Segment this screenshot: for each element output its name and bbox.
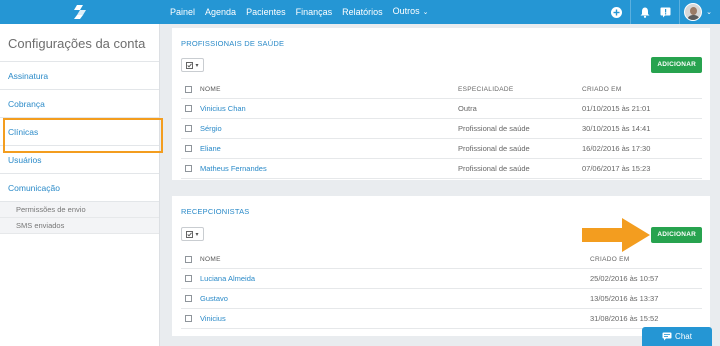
bulk-action-dropdown[interactable]: ▾	[181, 227, 204, 241]
sidebar-item-clinicas[interactable]: Clínicas	[0, 118, 159, 146]
table-row: Luciana Almeida 25/02/2016 às 10:57	[181, 269, 702, 289]
add-professional-button[interactable]: ADICIONAR	[651, 57, 702, 73]
arrow-right-icon	[582, 218, 650, 252]
table-row: Sérgio Profissional de saúde 30/10/2015 …	[181, 119, 702, 139]
table-header: NOME ESPECIALIDADE CRIADO EM	[181, 81, 702, 99]
main-nav: Painel Agenda Pacientes Finanças Relatór…	[160, 0, 434, 24]
row-name-link[interactable]: Sérgio	[200, 119, 222, 139]
select-all-checkbox[interactable]	[185, 256, 192, 263]
row-checkbox[interactable]	[185, 295, 192, 302]
divider	[679, 0, 681, 24]
caret-down-icon: ▾	[195, 231, 199, 238]
receptionists-panel: RECEPCIONISTAS ▾ ADICIONAR NOME CRIADO E…	[172, 196, 710, 336]
sidebar-item-cobranca[interactable]: Cobrança	[0, 90, 159, 118]
nav-agenda[interactable]: Agenda	[200, 0, 241, 24]
row-specialty: Profissional de saúde	[458, 124, 530, 133]
sidebar-title: Configurações da conta	[0, 24, 159, 62]
table-row: Vinicius Chan Outra 01/10/2015 às 21:01	[181, 99, 702, 119]
column-header-specialty[interactable]: ESPECIALIDADE	[458, 81, 514, 99]
section-title: RECEPCIONISTAS	[181, 207, 250, 216]
chevron-down-icon[interactable]: ⌄	[706, 8, 712, 16]
professionals-panel: PROFISSIONAIS DE SAÚDE ▾ ADICIONAR NOME …	[172, 28, 710, 180]
row-specialty: Profissional de saúde	[458, 164, 530, 173]
nav-outros[interactable]: Outros ⌄	[388, 0, 434, 25]
row-checkbox[interactable]	[185, 275, 192, 282]
chat-icon	[662, 332, 672, 341]
row-name-link[interactable]: Matheus Fernandes	[200, 159, 267, 179]
top-right-actions: ⌄	[606, 0, 720, 24]
nav-relatorios[interactable]: Relatórios	[337, 0, 388, 24]
table-row: Gustavo 13/05/2016 às 13:37	[181, 289, 702, 309]
chat-button[interactable]: Chat	[642, 327, 712, 346]
row-checkbox[interactable]	[185, 145, 192, 152]
checkbox-icon	[186, 230, 194, 238]
caret-down-icon: ▾	[195, 62, 199, 69]
nav-financas[interactable]: Finanças	[291, 0, 338, 24]
row-specialty: Profissional de saúde	[458, 144, 530, 153]
table-header: NOME CRIADO EM	[181, 251, 702, 269]
row-created: 31/08/2016 às 15:52	[590, 314, 659, 323]
table-row: Eliane Profissional de saúde 16/02/2016 …	[181, 139, 702, 159]
logo-icon	[74, 5, 86, 19]
bell-icon[interactable]	[635, 0, 655, 24]
sidebar-item-usuarios[interactable]: Usuários	[0, 146, 159, 174]
chat-label: Chat	[675, 332, 692, 341]
sidebar-item-comunicacao[interactable]: Comunicação	[0, 174, 159, 202]
row-checkbox[interactable]	[185, 125, 192, 132]
table-row: Vinicius 31/08/2016 às 15:52	[181, 309, 702, 329]
column-header-created[interactable]: CRIADO EM	[582, 81, 622, 99]
row-name-link[interactable]: Gustavo	[200, 289, 228, 309]
row-name-link[interactable]: Vinicius Chan	[200, 99, 246, 119]
chevron-down-icon: ⌄	[422, 9, 429, 16]
row-created: 30/10/2015 às 14:41	[582, 124, 651, 133]
sidebar-subitem-permissoes[interactable]: Permissões de envio	[0, 202, 159, 218]
add-receptionist-button[interactable]: ADICIONAR	[651, 227, 702, 243]
sidebar-item-assinatura[interactable]: Assinatura	[0, 62, 159, 90]
nav-outros-label: Outros	[392, 6, 420, 16]
avatar[interactable]	[684, 3, 703, 21]
sidebar-subitem-sms[interactable]: SMS enviados	[0, 218, 159, 234]
row-created: 07/06/2017 às 15:23	[582, 164, 651, 173]
row-created: 16/02/2016 às 17:30	[582, 144, 651, 153]
top-navbar: Painel Agenda Pacientes Finanças Relatór…	[0, 0, 720, 24]
avatar-head	[690, 7, 698, 15]
column-header-created[interactable]: CRIADO EM	[590, 251, 630, 269]
row-checkbox[interactable]	[185, 165, 192, 172]
select-all-checkbox[interactable]	[185, 86, 192, 93]
row-name-link[interactable]: Luciana Almeida	[200, 269, 255, 289]
row-name-link[interactable]: Vinicius	[200, 309, 226, 329]
receptionists-table: NOME CRIADO EM Luciana Almeida 25/02/201…	[181, 251, 702, 329]
row-specialty: Outra	[458, 104, 477, 113]
section-title: PROFISSIONAIS DE SAÚDE	[181, 39, 285, 48]
bulk-action-dropdown[interactable]: ▾	[181, 58, 204, 72]
row-checkbox[interactable]	[185, 315, 192, 322]
row-checkbox[interactable]	[185, 105, 192, 112]
column-header-name[interactable]: NOME	[200, 251, 221, 269]
row-created: 25/02/2016 às 10:57	[590, 274, 659, 283]
plus-circle-icon[interactable]	[606, 0, 626, 24]
row-created: 01/10/2015 às 21:01	[582, 104, 651, 113]
logo[interactable]	[0, 0, 160, 24]
table-row: Matheus Fernandes Profissional de saúde …	[181, 159, 702, 179]
sidebar: Configurações da conta Assinatura Cobran…	[0, 24, 160, 346]
nav-painel[interactable]: Painel	[160, 0, 200, 24]
nav-pacientes[interactable]: Pacientes	[241, 0, 291, 24]
divider	[630, 0, 632, 24]
row-name-link[interactable]: Eliane	[200, 139, 221, 159]
row-created: 13/05/2016 às 13:37	[590, 294, 659, 303]
professionals-table: NOME ESPECIALIDADE CRIADO EM Vinicius Ch…	[181, 81, 702, 179]
column-header-name[interactable]: NOME	[200, 81, 221, 99]
help-icon[interactable]	[655, 0, 675, 24]
checkbox-icon	[186, 61, 194, 69]
avatar-body	[687, 15, 701, 20]
